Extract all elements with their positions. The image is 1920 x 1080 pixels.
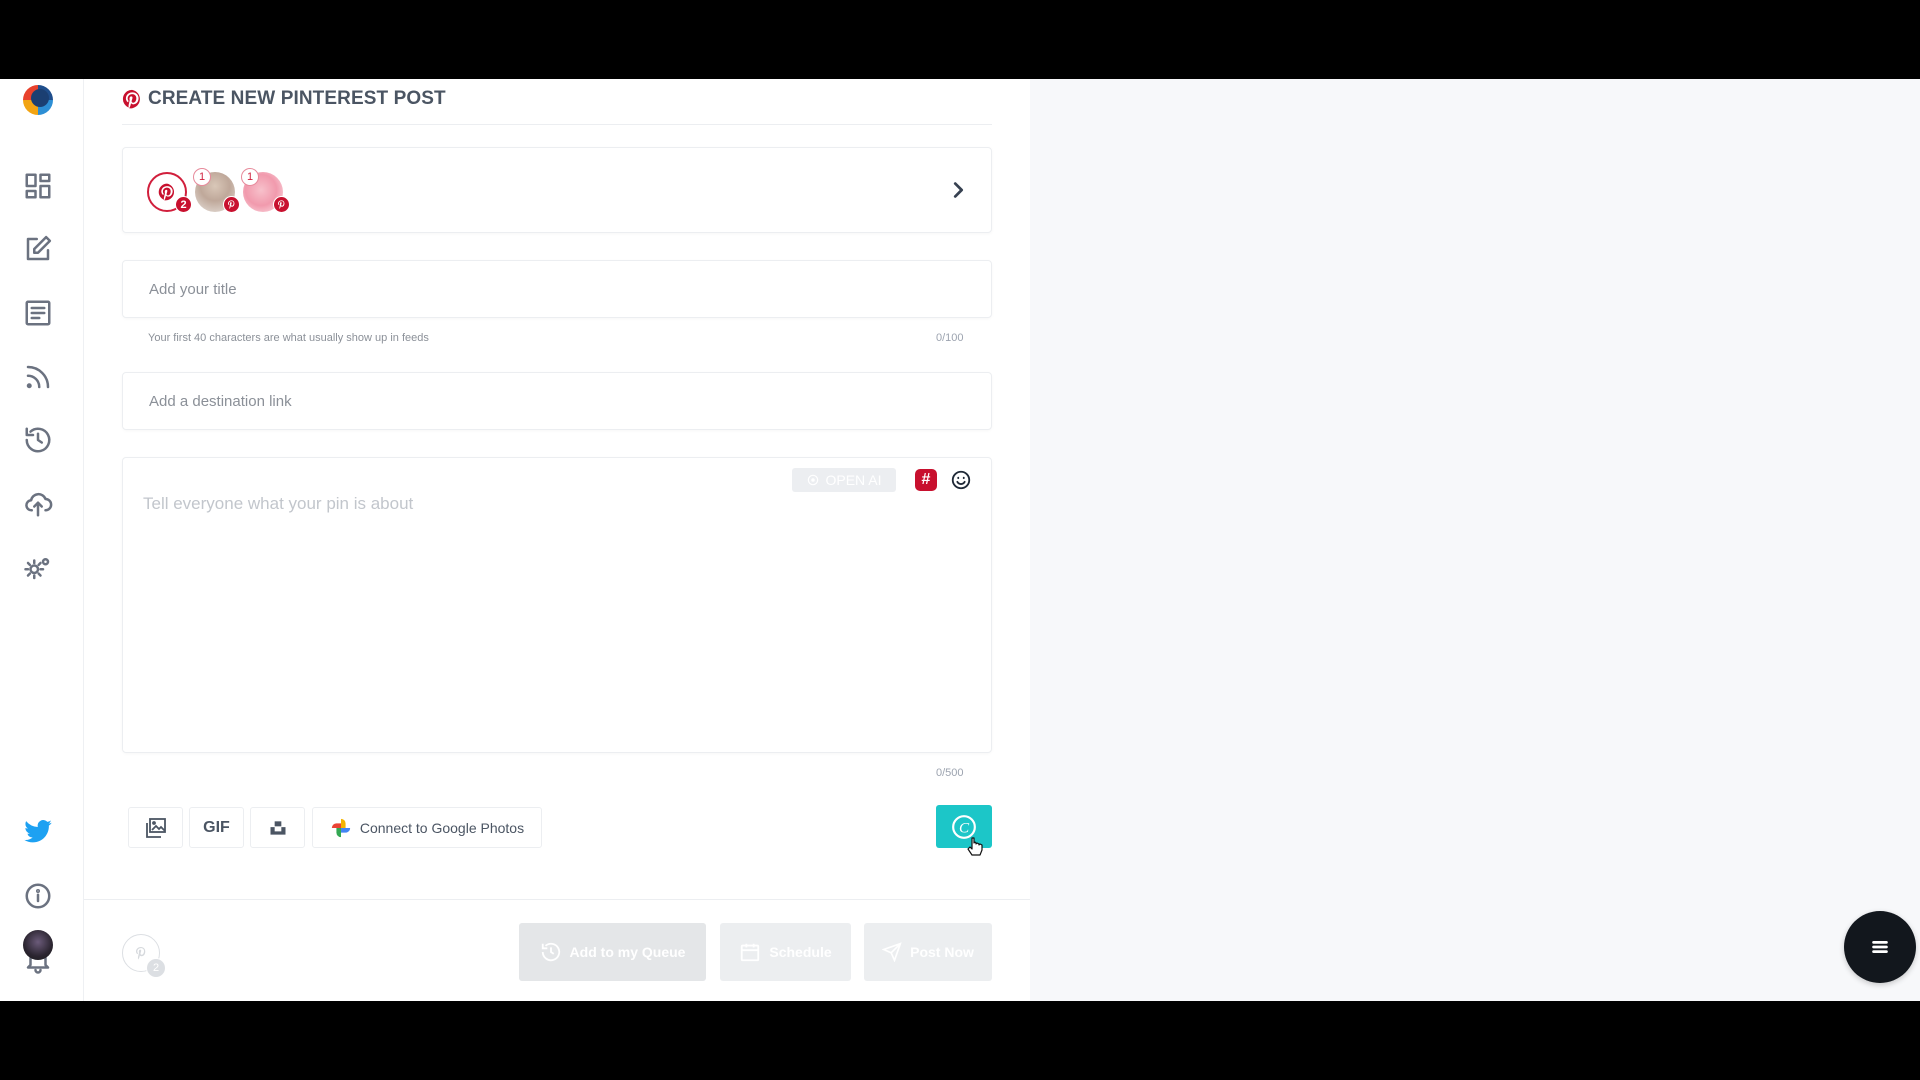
account-selector[interactable]: 2 1 1 [122, 147, 992, 233]
info-icon[interactable] [23, 881, 53, 911]
description-char-counter: 0/500 [936, 767, 964, 779]
google-photos-label: Connect to Google Photos [359, 819, 525, 836]
google-photos-icon [331, 818, 351, 837]
title-char-counter: 0/100 [936, 332, 964, 344]
add-to-queue-label: Add to my Queue [569, 944, 686, 960]
emoji-icon[interactable] [950, 469, 972, 491]
svg-text:C: C [959, 819, 970, 836]
sidebar [0, 79, 84, 1001]
divider [122, 124, 992, 125]
title-field-container [122, 260, 992, 318]
history-icon[interactable] [23, 425, 53, 455]
floating-menu-button[interactable] [1844, 911, 1916, 983]
posts-list-icon[interactable] [23, 298, 53, 328]
title-input[interactable] [123, 261, 991, 317]
add-to-queue-button[interactable]: Add to my Queue [519, 923, 706, 981]
send-icon [882, 942, 902, 962]
image-gallery-icon [145, 817, 166, 838]
account-number-badge: 1 [241, 168, 259, 186]
queue-icon [541, 942, 560, 962]
rss-feed-icon[interactable] [23, 362, 53, 392]
composer-panel: CREATE NEW PINTEREST POST 2 1 1 Add your… [84, 79, 1030, 1001]
cloud-upload-icon[interactable] [23, 489, 53, 519]
pinterest-icon [136, 947, 146, 960]
letterbox-bottom [0, 1001, 1920, 1080]
pinterest-badge-icon [273, 196, 290, 213]
gif-label: GIF [203, 818, 230, 836]
open-ai-label: OPEN AI [825, 472, 882, 488]
group-account-count: 2 [175, 196, 192, 213]
gif-button[interactable]: GIF [189, 807, 244, 848]
divider [84, 899, 1030, 900]
openai-icon [808, 474, 819, 486]
mouse-cursor-icon [967, 837, 983, 856]
destination-link-input[interactable] [123, 373, 991, 429]
user-avatar[interactable] [23, 930, 53, 960]
settings-icon[interactable] [23, 553, 53, 583]
unsplash-icon [270, 820, 285, 835]
app-logo[interactable] [18, 81, 58, 119]
link-field-container [122, 372, 992, 430]
page-title-text: CREATE NEW PINTEREST POST [148, 88, 446, 109]
description-editor: OPEN AI # [122, 457, 992, 753]
description-textarea[interactable] [123, 458, 991, 752]
open-ai-button[interactable]: OPEN AI [792, 468, 896, 492]
app-window: CREATE NEW PINTEREST POST 2 1 1 Add your… [0, 79, 1920, 1001]
title-helper-text: Your first 40 characters are what usuall… [148, 332, 429, 344]
account-number-badge: 1 [193, 168, 211, 186]
connect-google-photos-button[interactable]: Connect to Google Photos [312, 807, 542, 848]
schedule-label: Schedule [769, 944, 832, 960]
add-image-button[interactable] [128, 807, 183, 848]
schedule-button[interactable]: Schedule [720, 923, 851, 981]
pinterest-logo-icon [122, 89, 140, 109]
post-now-label: Post Now [910, 944, 974, 960]
compose-icon[interactable] [23, 234, 53, 264]
page-title: CREATE NEW PINTEREST POST [122, 88, 446, 110]
selected-accounts-count: 2 [146, 958, 166, 978]
unsplash-button[interactable] [250, 807, 305, 848]
twitter-icon[interactable] [23, 817, 53, 847]
calendar-icon [741, 943, 760, 962]
letterbox-top [0, 0, 1920, 79]
pinterest-badge-icon [223, 196, 240, 213]
post-now-button[interactable]: Post Now [864, 923, 992, 981]
hamburger-menu-icon [1872, 941, 1888, 953]
dashboard-icon[interactable] [23, 171, 53, 201]
chevron-right-icon[interactable] [947, 179, 969, 201]
hashtag-button[interactable]: # [915, 469, 937, 491]
